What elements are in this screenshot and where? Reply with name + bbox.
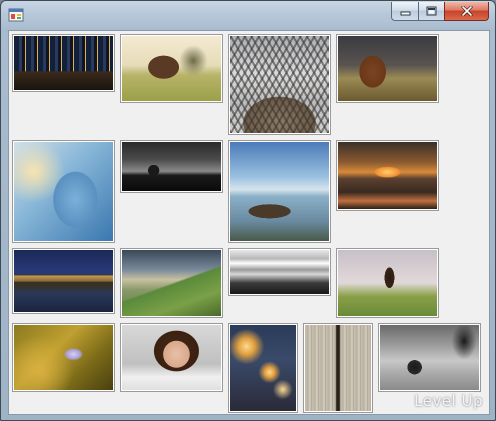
minimize-button[interactable]	[391, 2, 418, 21]
thumb-misty-valley[interactable]	[228, 248, 331, 296]
thumb-image	[14, 250, 113, 312]
thumb-image	[122, 250, 221, 316]
thumb-image	[14, 36, 113, 90]
close-button[interactable]	[444, 2, 489, 21]
thumb-silhouette-head-tree[interactable]	[12, 140, 115, 243]
thumb-city-skyline-night[interactable]	[12, 34, 115, 92]
thumb-image	[122, 142, 221, 191]
thumb-image	[230, 36, 329, 133]
thumb-boat-lake[interactable]	[228, 140, 331, 243]
thumb-image	[305, 325, 371, 411]
app-window: Level Up	[0, 0, 496, 421]
app-icon	[8, 8, 24, 22]
thumb-street-lamps[interactable]	[228, 323, 298, 413]
thumb-image	[14, 325, 113, 390]
thumb-barn-field[interactable]	[120, 34, 223, 103]
caption-buttons	[391, 2, 489, 21]
thumb-image	[14, 142, 113, 241]
thumb-image	[338, 142, 437, 209]
thumb-girl-jumping[interactable]	[336, 248, 439, 318]
thumb-lone-tree-horizon[interactable]	[120, 140, 223, 193]
thumb-dog-sunset[interactable]	[336, 34, 439, 103]
thumb-woman-portrait[interactable]	[120, 323, 223, 392]
thumb-image	[380, 325, 479, 390]
close-icon	[461, 6, 472, 16]
thumb-image	[338, 250, 437, 316]
thumb-image	[230, 142, 329, 241]
maximize-icon	[426, 6, 437, 16]
thumb-flower-bokeh[interactable]	[12, 323, 115, 392]
thumb-image	[122, 36, 221, 101]
title-bar[interactable]	[1, 1, 495, 29]
thumb-wooden-door[interactable]	[303, 323, 373, 413]
thumb-image	[230, 325, 296, 411]
maximize-button[interactable]	[418, 2, 444, 21]
gallery-panel: Level Up	[8, 30, 490, 415]
thumb-cyclist-street[interactable]	[378, 323, 481, 392]
thumb-eiffel-tower[interactable]	[228, 34, 331, 135]
thumb-green-hills[interactable]	[120, 248, 223, 318]
thumb-sunset-pier[interactable]	[336, 140, 439, 211]
thumb-london-night[interactable]	[12, 248, 115, 314]
thumb-image	[122, 325, 221, 390]
thumb-image	[338, 36, 437, 101]
thumb-image	[230, 250, 329, 294]
minimize-icon	[400, 11, 410, 15]
watermark-text: Level Up	[414, 392, 483, 410]
